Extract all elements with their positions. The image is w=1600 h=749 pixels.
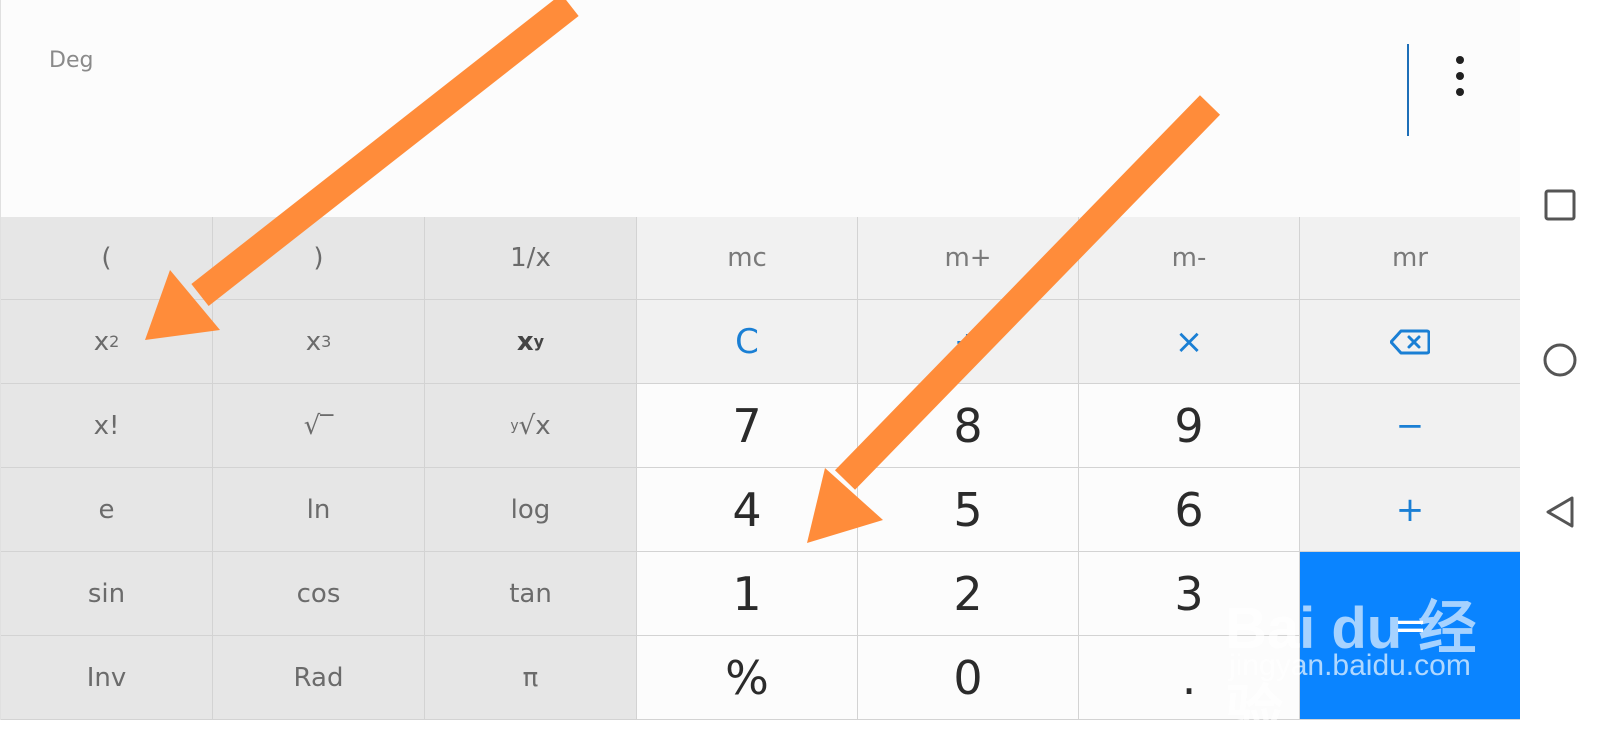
digit-9-button[interactable]: 9 (1079, 384, 1300, 468)
clear-button[interactable]: C (637, 300, 858, 384)
digit-8-button[interactable]: 8 (858, 384, 1079, 468)
cube-button[interactable]: x3 (213, 300, 425, 384)
sqrt-button[interactable]: √‾ (213, 384, 425, 468)
tan-button[interactable]: tan (425, 552, 637, 636)
system-nav-bar (1520, 0, 1600, 720)
factorial-button[interactable]: x! (1, 384, 213, 468)
divide-button[interactable]: ÷ (858, 300, 1079, 384)
calculator-app: Deg ( ) 1/x mc m+ m- mr x2 x3 xy C ÷ × x… (0, 0, 1521, 720)
multiply-button[interactable]: × (1079, 300, 1300, 384)
digit-4-button[interactable]: 4 (637, 468, 858, 552)
backspace-icon (1390, 329, 1430, 354)
digit-2-button[interactable]: 2 (858, 552, 1079, 636)
digit-7-button[interactable]: 7 (637, 384, 858, 468)
back-triangle-icon[interactable] (1540, 492, 1580, 532)
digit-5-button[interactable]: 5 (858, 468, 1079, 552)
close-paren-button[interactable]: ) (213, 217, 425, 300)
square-icon[interactable] (1540, 185, 1580, 225)
reciprocal-button[interactable]: 1/x (425, 217, 637, 300)
square-base: x (93, 326, 110, 357)
circle-icon[interactable] (1540, 340, 1580, 380)
pi-button[interactable]: π (425, 636, 637, 720)
digit-1-button[interactable]: 1 (637, 552, 858, 636)
display-area: Deg (1, 0, 1521, 217)
more-vert-icon[interactable] (1448, 52, 1472, 100)
root-radicand: √x (518, 410, 551, 441)
memory-recall-button[interactable]: mr (1300, 217, 1521, 300)
backspace-button[interactable] (1300, 300, 1521, 384)
minus-button[interactable]: − (1300, 384, 1521, 468)
decimal-button[interactable]: . (1079, 636, 1300, 720)
open-paren-button[interactable]: ( (1, 217, 213, 300)
power-base: x (516, 326, 534, 357)
square-button[interactable]: x2 (1, 300, 213, 384)
memory-add-button[interactable]: m+ (858, 217, 1079, 300)
inverse-button[interactable]: Inv (1, 636, 213, 720)
cube-base: x (305, 326, 322, 357)
memory-clear-button[interactable]: mc (637, 217, 858, 300)
equals-button[interactable]: = (1300, 552, 1521, 720)
power-button[interactable]: xy (425, 300, 637, 384)
yth-root-button[interactable]: y √x (425, 384, 637, 468)
memory-subtract-button[interactable]: m- (1079, 217, 1300, 300)
euler-button[interactable]: e (1, 468, 213, 552)
angle-mode-indicator: Deg (49, 48, 94, 73)
cos-button[interactable]: cos (213, 552, 425, 636)
input-cursor (1407, 44, 1409, 136)
rad-toggle-button[interactable]: Rad (213, 636, 425, 720)
percent-button[interactable]: % (637, 636, 858, 720)
digit-3-button[interactable]: 3 (1079, 552, 1300, 636)
log-button[interactable]: log (425, 468, 637, 552)
digit-0-button[interactable]: 0 (858, 636, 1079, 720)
digit-6-button[interactable]: 6 (1079, 468, 1300, 552)
ln-button[interactable]: ln (213, 468, 425, 552)
sin-button[interactable]: sin (1, 552, 213, 636)
keypad: ( ) 1/x mc m+ m- mr x2 x3 xy C ÷ × x! √‾… (1, 217, 1521, 720)
plus-button[interactable]: + (1300, 468, 1521, 552)
